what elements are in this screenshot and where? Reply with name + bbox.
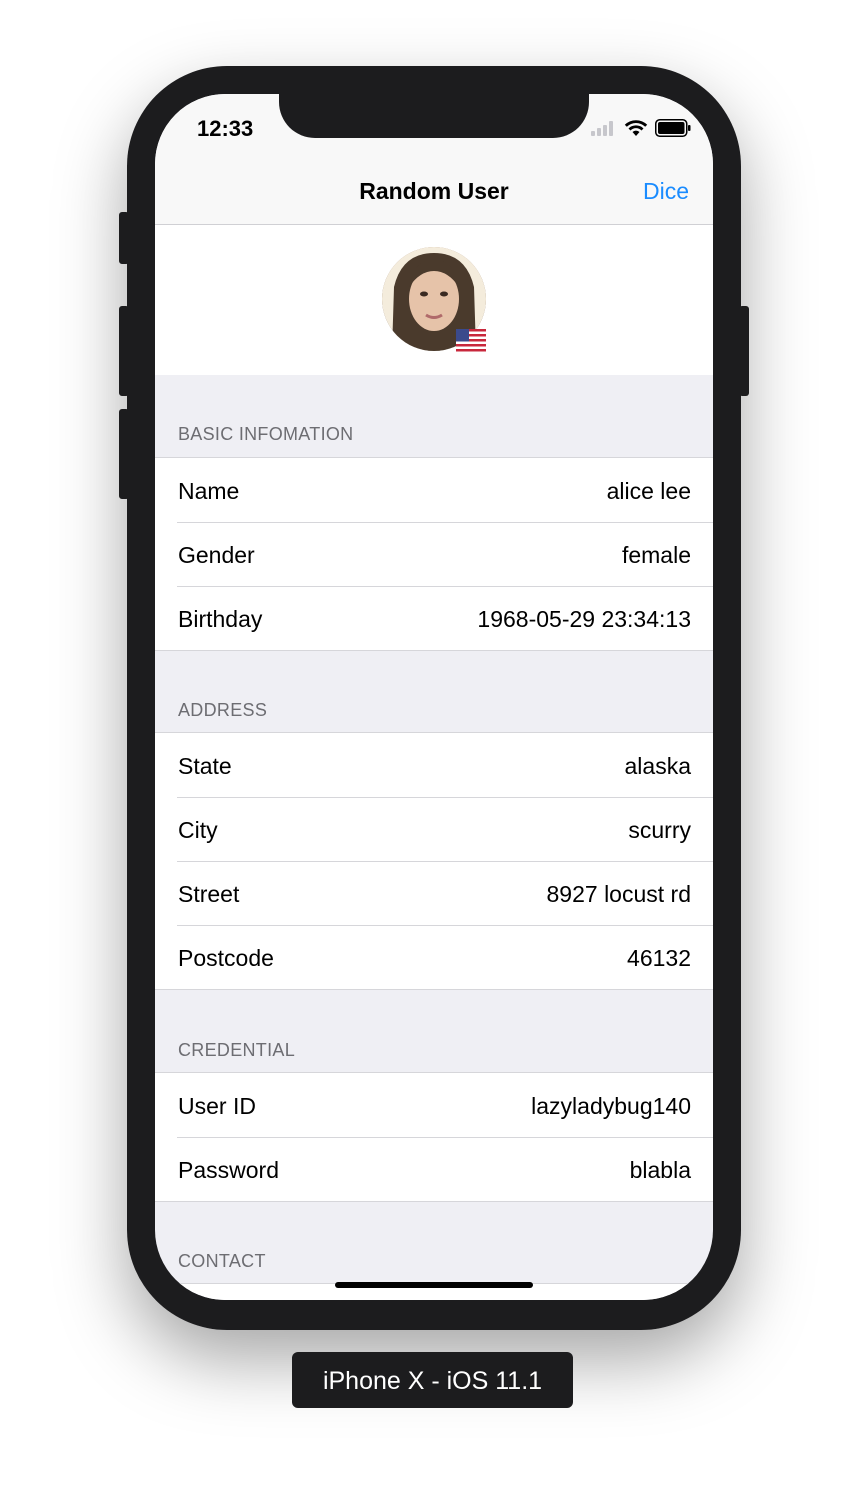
row-state[interactable]: State alaska [155, 733, 713, 797]
address-group: State alaska City scurry Street 8927 loc… [155, 732, 713, 990]
row-value: lazyladybug140 [531, 1093, 691, 1119]
dice-button[interactable]: Dice [643, 178, 689, 205]
row-street[interactable]: Street 8927 locust rd [155, 861, 713, 925]
row-label: Name [178, 478, 240, 504]
row-label: Birthday [178, 606, 263, 632]
power-button [739, 306, 749, 396]
navigation-bar: Random User Dice [155, 160, 713, 225]
volume-down-button [119, 409, 129, 499]
device-label: iPhone X - iOS 11.1 [292, 1352, 573, 1408]
volume-up-button [119, 306, 129, 396]
screen: 12:33 Random User Dice BASIC INFOMATION … [155, 94, 713, 1300]
credential-group: User ID lazyladybug140 Password blabla [155, 1072, 713, 1202]
row-birthday[interactable]: Birthday 1968-05-29 23:34:13 [155, 586, 713, 650]
row-label: City [178, 817, 218, 843]
row-value: alice lee [606, 478, 691, 504]
cellular-signal-icon [591, 121, 613, 136]
row-value: 8927 locust rd [546, 881, 691, 907]
row-label: Gender [178, 542, 255, 568]
status-icons [591, 118, 691, 138]
row-postcode[interactable]: Postcode 46132 [155, 925, 713, 989]
status-time: 12:33 [197, 116, 254, 141]
row-value: female [621, 542, 691, 568]
mute-switch [119, 212, 129, 264]
section-header-basic: BASIC INFOMATION [178, 424, 354, 444]
row-value: blabla [629, 1157, 691, 1183]
row-value: scurry [628, 817, 691, 843]
row-gender[interactable]: Gender female [155, 522, 713, 586]
row-label: State [178, 753, 232, 779]
section-header-address: ADDRESS [178, 700, 268, 720]
basic-info-group: Name alice lee Gender female Birthday 19… [155, 457, 713, 651]
wifi-icon [624, 120, 648, 136]
us-flag-icon [456, 329, 486, 353]
home-indicator[interactable] [335, 1282, 533, 1288]
notch [279, 94, 589, 138]
row-user-id[interactable]: User ID lazyladybug140 [155, 1073, 713, 1137]
row-city[interactable]: City scurry [155, 797, 713, 861]
row-password[interactable]: Password blabla [155, 1137, 713, 1201]
row-label: User ID [178, 1093, 256, 1119]
row-value: 46132 [627, 945, 691, 971]
profile-header [155, 225, 713, 375]
battery-icon [655, 119, 691, 137]
row-value: 1968-05-29 23:34:13 [477, 606, 691, 632]
row-value: alaska [624, 753, 691, 779]
section-header-contact: CONTACT [178, 1251, 266, 1271]
row-label: Postcode [178, 945, 274, 971]
status-bar: 12:33 [155, 94, 713, 160]
section-header-credential: CREDENTIAL [178, 1040, 296, 1060]
row-name[interactable]: Name alice lee [155, 458, 713, 522]
page-title: Random User [359, 178, 509, 204]
row-label: Password [178, 1157, 279, 1183]
row-label: Street [178, 881, 240, 907]
